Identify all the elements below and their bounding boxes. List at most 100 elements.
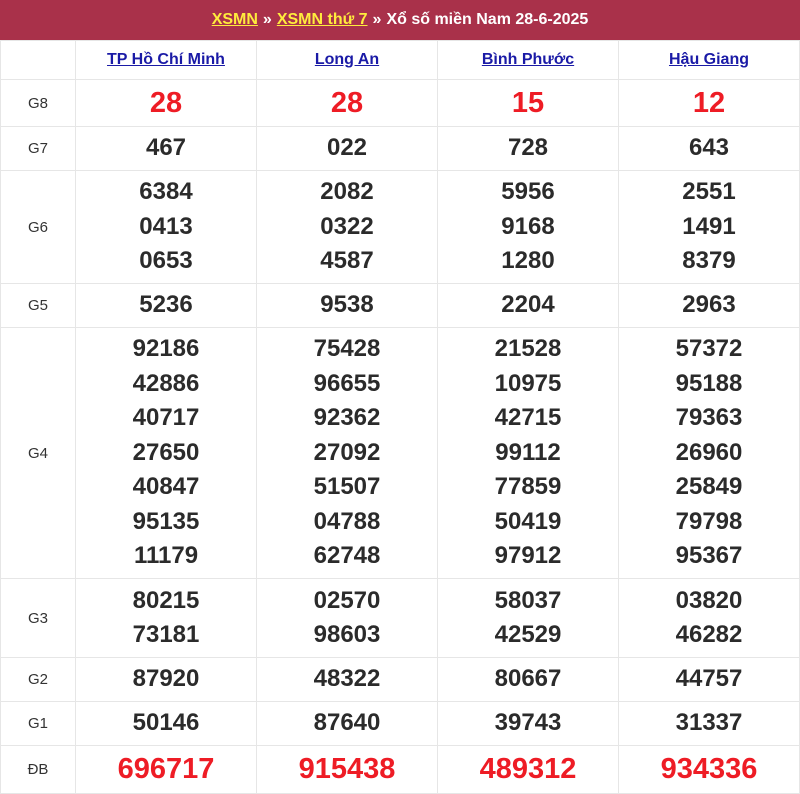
province-header: Long An (256, 40, 438, 80)
prize-number: 467 (145, 134, 187, 162)
prize-cell: 50146 (75, 701, 257, 746)
prize-row: G2 87920 48322 80667 44757 (0, 657, 800, 702)
prize-number: 97912 (494, 542, 562, 570)
prize-cell: 92186 42886 40717 27650 40847 95135 11179 (75, 327, 257, 579)
prize-number: 50419 (494, 507, 562, 535)
prize-number: 2551 (682, 178, 736, 206)
prize-number: 73181 (132, 621, 200, 648)
prize-cell: 58037 42529 (437, 578, 619, 658)
prize-number: 39743 (494, 709, 562, 737)
prize-number: 95367 (675, 542, 743, 570)
prize-cell: 2204 (437, 283, 619, 328)
prize-row: G1 50146 87640 39743 31337 (0, 701, 800, 746)
prize-row: G7 467 022 728 643 (0, 126, 800, 171)
province-header: Bình Phước (437, 40, 619, 80)
prize-number: 87640 (313, 709, 381, 737)
prize-number: 04788 (313, 507, 381, 535)
prize-number: 50146 (132, 709, 200, 737)
prize-row: G3 80215 73181 02570 98603 58037 42529 03820 462… (0, 578, 800, 658)
prize-number: 728 (507, 134, 549, 162)
prize-number: 95135 (132, 507, 200, 535)
prize-cell: 87920 (75, 657, 257, 702)
prize-number: 51507 (313, 473, 381, 501)
province-link-long-an[interactable]: Long An (315, 51, 379, 68)
prize-cell: 643 (618, 126, 800, 171)
breadcrumb-separator: » (372, 11, 382, 28)
province-header: TP Hồ Chí Minh (75, 40, 257, 80)
breadcrumb-bar: XSMN » XSMN thứ 7 » Xổ số miền Nam 28-6-… (0, 0, 800, 40)
prize-number: 12 (692, 86, 726, 119)
prize-row: G5 5236 9538 2204 2963 (0, 283, 800, 328)
prize-number: 92362 (313, 404, 381, 432)
prize-label: ĐB (0, 745, 76, 794)
prize-number: 6384 (139, 178, 193, 206)
results-table: TP Hồ Chí Minh Long An Bình Phước Hậu Gi… (0, 40, 800, 794)
prize-number: 98603 (313, 621, 381, 648)
prize-number: 5956 (501, 178, 555, 206)
prize-label: G5 (0, 283, 76, 328)
prize-number: 42529 (494, 621, 562, 648)
prize-cell: 44757 (618, 657, 800, 702)
prize-number: 5236 (139, 291, 193, 319)
prize-number: 21528 (494, 335, 562, 363)
prize-number: 57372 (675, 335, 743, 363)
prize-cell: 489312 (437, 745, 619, 794)
prize-cell: 28 (256, 79, 438, 127)
prize-number: 95188 (675, 369, 743, 397)
prize-number: 643 (688, 134, 730, 162)
prize-number: 8379 (682, 247, 736, 275)
breadcrumb-xsmn-link[interactable]: XSMN (212, 11, 258, 29)
prize-number: 15 (511, 86, 545, 119)
prize-cell: 48322 (256, 657, 438, 702)
prize-number: 1491 (682, 212, 736, 240)
prize-number: 27650 (132, 438, 200, 466)
prize-cell: 467 (75, 126, 257, 171)
prize-row: ĐB 696717 915438 489312 934336 (0, 745, 800, 794)
prize-number: 92186 (132, 335, 200, 363)
province-link-binh-phuoc[interactable]: Bình Phước (482, 51, 574, 68)
prize-cell: 57372 95188 79363 26960 25849 79798 95367 (618, 327, 800, 579)
prize-number: 42715 (494, 404, 562, 432)
prize-number: 75428 (313, 335, 381, 363)
prize-number: 42886 (132, 369, 200, 397)
prize-number: 934336 (660, 753, 758, 786)
prize-cell: 31337 (618, 701, 800, 746)
prize-number: 2963 (682, 291, 736, 319)
prize-number: 27092 (313, 438, 381, 466)
prize-number: 79798 (675, 507, 743, 535)
province-link-hcm[interactable]: TP Hồ Chí Minh (107, 51, 225, 68)
prize-number: 0322 (320, 212, 374, 240)
prize-number: 03820 (675, 586, 743, 614)
prize-number: 2082 (320, 178, 374, 206)
prize-number: 46282 (675, 621, 743, 648)
prize-label: G4 (0, 327, 76, 579)
prize-cell: 03820 46282 (618, 578, 800, 658)
prize-number: 48322 (313, 665, 381, 693)
prize-row: G4 92186 42886 40717 27650 40847 95135 11179 754… (0, 327, 800, 579)
prize-number: 58037 (494, 586, 562, 614)
prize-label: G7 (0, 126, 76, 171)
prize-cell: 022 (256, 126, 438, 171)
prize-label: G1 (0, 701, 76, 746)
prize-number: 25849 (675, 473, 743, 501)
prize-cell: 12 (618, 79, 800, 127)
prize-cell: 21528 10975 42715 99112 77859 50419 97912 (437, 327, 619, 579)
province-header-row: TP Hồ Chí Minh Long An Bình Phước Hậu Gi… (0, 40, 800, 80)
prize-number: 80215 (132, 586, 200, 614)
prize-number: 11179 (133, 542, 199, 570)
prize-cell: 02570 98603 (256, 578, 438, 658)
province-link-hau-giang[interactable]: Hậu Giang (669, 51, 749, 68)
prize-number: 022 (326, 134, 368, 162)
prize-label: G2 (0, 657, 76, 702)
prize-cell: 80667 (437, 657, 619, 702)
prize-number: 28 (149, 86, 183, 119)
prize-number: 79363 (675, 404, 743, 432)
prize-number: 0413 (139, 212, 193, 240)
prize-number: 26960 (675, 438, 743, 466)
page-title: Xổ số miền Nam 28-6-2025 (386, 11, 589, 28)
breadcrumb-xsmn-thu7-link[interactable]: XSMN thứ 7 (277, 11, 368, 29)
prize-number: 489312 (479, 753, 577, 786)
prize-label: G8 (0, 79, 76, 127)
prize-row: G6 6384 0413 0653 2082 0322 4587 5956 9168 1280 25… (0, 170, 800, 284)
prize-cell: 39743 (437, 701, 619, 746)
